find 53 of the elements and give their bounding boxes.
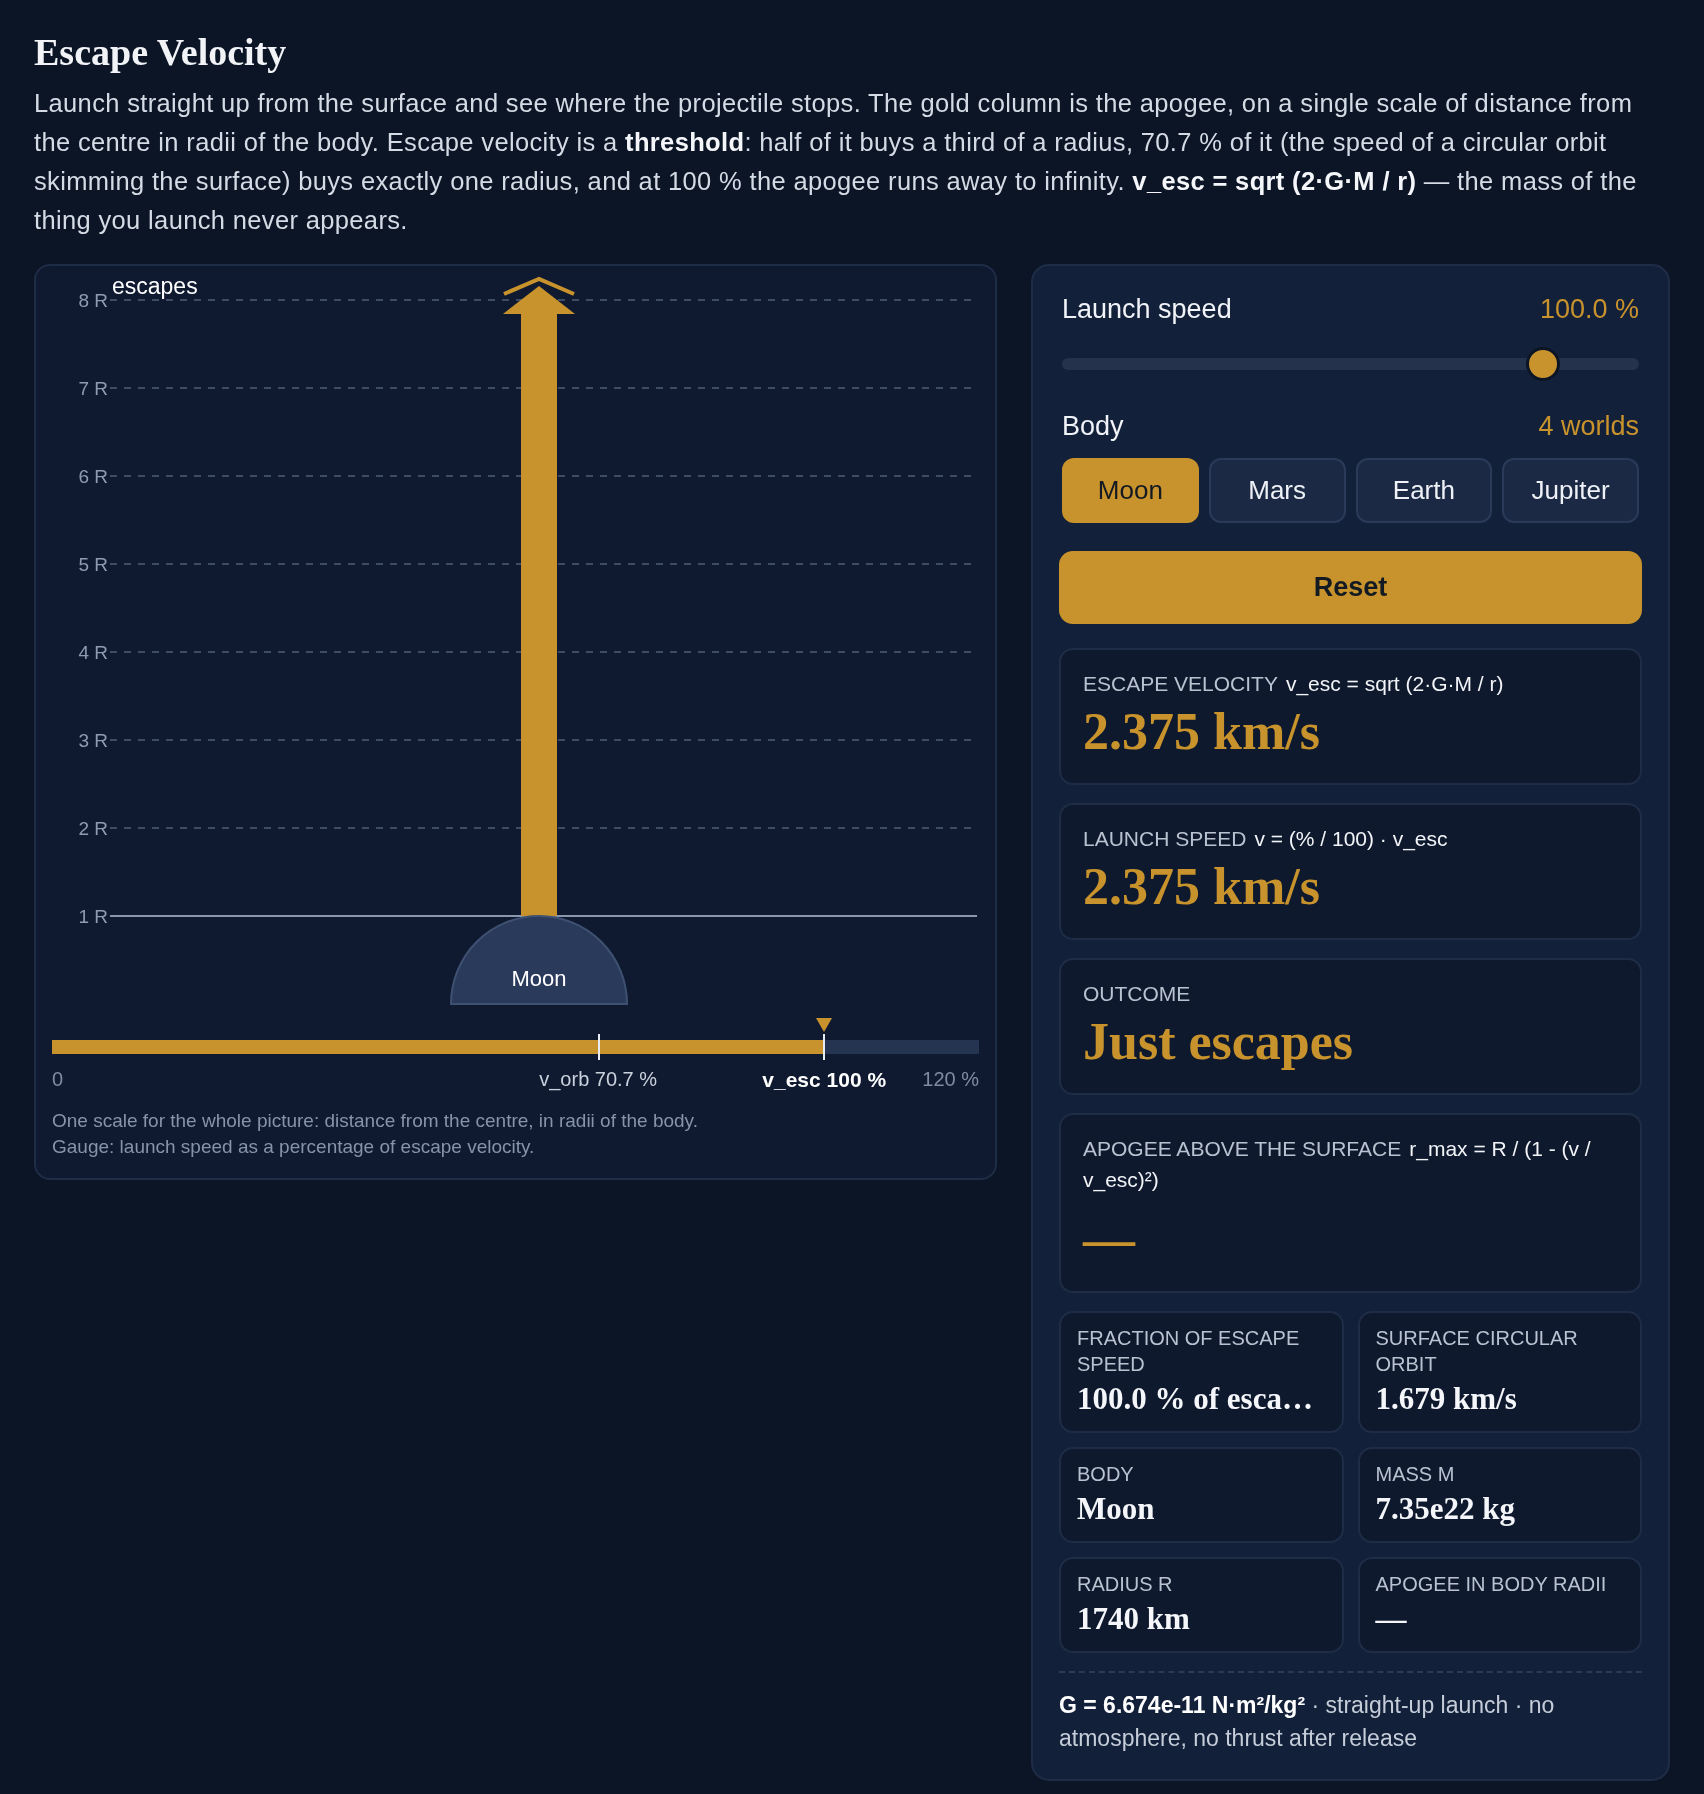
card-value: 2.375 km/s (1083, 702, 1321, 762)
axis-tick-label: 2 R (78, 818, 108, 839)
gauge-label: v_esc 100 % (762, 1068, 887, 1092)
stat-value: — (1375, 1601, 1408, 1637)
body-option[interactable]: Earth (1355, 458, 1493, 523)
axis-tick-label: 5 R (78, 554, 108, 575)
reset-button[interactable]: Reset (1059, 551, 1642, 624)
apogee-label: escapes (112, 273, 198, 299)
stat-value: 100.0 % of esca… (1077, 1381, 1314, 1417)
axis-tick-label: 6 R (78, 466, 108, 487)
axis-tick-label: 8 R (78, 290, 108, 311)
card-heading: APOGEE ABOVE THE SURFACE r_max = R / (1 - (v / v_esc)²) (1083, 1136, 1592, 1194)
body-option[interactable]: Mars (1208, 458, 1346, 523)
body-label: Body (1062, 411, 1124, 442)
page-title: Escape Velocity (34, 30, 288, 74)
chart-caption: Gauge: launch speed as a percentage of escape velocity. (52, 1135, 536, 1159)
card-heading: LAUNCH SPEED v = (% / 100) · v_esc (1083, 826, 1449, 853)
card-value: — (1083, 1210, 1137, 1270)
pointer-icon (816, 1018, 833, 1032)
card-value: 2.375 km/s (1083, 857, 1321, 917)
orbit-marker (598, 1034, 601, 1060)
stat-value: 1740 km (1077, 1601, 1191, 1637)
card-heading: OUTCOME (1083, 981, 1192, 1007)
speed-label: Launch speed (1062, 294, 1232, 325)
slider-thumb[interactable] (1525, 347, 1560, 381)
stat-value: 1.679 km/s (1375, 1381, 1518, 1417)
body-count: 4 worlds (1538, 411, 1639, 442)
axis-tick-label: 1 R (78, 906, 108, 927)
speed-reading: 100.0 % (1539, 294, 1639, 325)
stat-label: BODY (1077, 1462, 1135, 1487)
axis-tick-label: 4 R (78, 642, 108, 663)
stat-label: SURFACE CIRCULAR ORBIT (1375, 1326, 1579, 1377)
stat-value: 7.35e22 kg (1375, 1491, 1516, 1527)
card-value: Just escapes (1083, 1012, 1355, 1072)
gauge-label: v_orb 70.7 % (539, 1068, 658, 1091)
stat-label: APOGEE IN BODY RADII (1375, 1572, 1608, 1597)
body-option[interactable]: Jupiter (1502, 458, 1639, 523)
gauge-label: 120 % (922, 1068, 979, 1091)
speed-slider[interactable] (1062, 347, 1639, 381)
axis-tick-label: 3 R (78, 730, 108, 751)
footnote: G = 6.674e-11 N·m²/kg² · straight-up launch · no atmosphere, no thrust after release (1059, 1691, 1556, 1753)
axis-tick-label: 7 R (78, 378, 108, 399)
body-label: Moon (511, 966, 567, 991)
stat-label: RADIUS R (1077, 1572, 1174, 1597)
stat-label: MASS M (1375, 1462, 1456, 1487)
chart-caption: One scale for the whole picture: distance from the centre, in radii of the body. (52, 1109, 699, 1133)
card-heading: ESCAPE VELOCITY v_esc = sqrt (2·G·M / r) (1083, 671, 1505, 698)
body-option[interactable]: Moon (1062, 458, 1199, 523)
intro-paragraph: Launch straight up from the surface and see where the projectile stops. The gold column is the apogee, on a single scale of distance from the centre in radii of the body. Escape velocity is a threshold: half of it buys a third of a radius, 70.7 % of it (the speed of a circular orbit skimming the surface) buys exactly one radius, and at 100 % the apogee runs away to infinity. v_esc = sqrt (2·G·M / r) — the mass of the thing you launch never appears. (34, 88, 1638, 236)
stat-value: Moon (1077, 1491, 1156, 1527)
gauge-label: 0 (52, 1068, 64, 1091)
speed-marker (823, 1034, 826, 1060)
stat-label: FRACTION OF ESCAPE SPEED (1077, 1326, 1301, 1377)
